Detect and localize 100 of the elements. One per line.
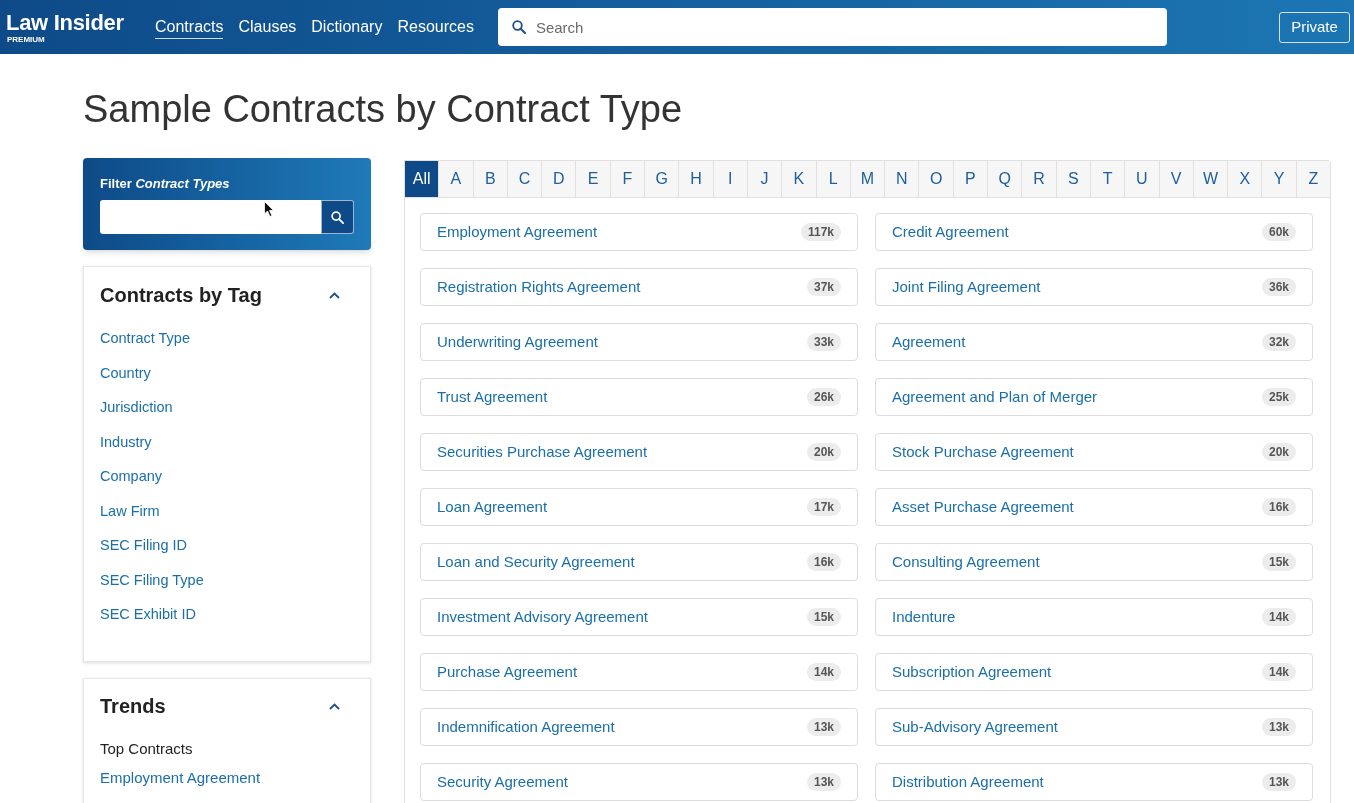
letter-tab[interactable]: X bbox=[1227, 161, 1262, 197]
count-badge: 13k bbox=[806, 773, 841, 791]
count-badge: 26k bbox=[806, 388, 841, 406]
contract-item[interactable]: Stock Purchase Agreement 20k bbox=[875, 433, 1313, 471]
tag-link[interactable]: Industry bbox=[100, 424, 152, 459]
contract-name: Consulting Agreement bbox=[892, 551, 1040, 572]
filter-title: Filter Contract Types bbox=[100, 176, 230, 192]
tag-link[interactable]: Company bbox=[100, 459, 163, 494]
letter-tab[interactable]: T bbox=[1089, 161, 1125, 197]
count-badge: 60k bbox=[1261, 223, 1296, 241]
contract-item[interactable]: Credit Agreement 60k bbox=[875, 213, 1313, 251]
count-badge: 17k bbox=[806, 498, 841, 516]
count-badge: 15k bbox=[806, 608, 841, 626]
tag-link[interactable]: SEC Filing ID bbox=[100, 528, 188, 563]
letter-tab[interactable]: Q bbox=[987, 161, 1022, 197]
chevron-icon[interactable] bbox=[329, 702, 340, 710]
letter-tab[interactable]: B bbox=[472, 161, 507, 197]
letter-tab[interactable]: E bbox=[575, 161, 610, 197]
search-button[interactable] bbox=[321, 200, 354, 234]
logo-tagline: PREMIUM bbox=[6, 34, 45, 44]
contract-item[interactable]: Employment Agreement 117k bbox=[420, 213, 858, 251]
count-badge: 16k bbox=[1261, 498, 1296, 516]
contract-item[interactable]: Securities Purchase Agreement 20k bbox=[420, 433, 858, 471]
letter-tab[interactable]: O bbox=[918, 161, 953, 197]
contract-name: Purchase Agreement bbox=[437, 661, 578, 682]
letter-tab[interactable]: J bbox=[746, 161, 782, 197]
contract-item[interactable]: Sub-Advisory Agreement 13k bbox=[875, 708, 1313, 746]
contract-item[interactable]: Investment Advisory Agreement 15k bbox=[420, 598, 858, 636]
tag-link[interactable]: SEC Filing Type bbox=[100, 562, 204, 597]
contract-item[interactable]: Security Agreement 13k bbox=[420, 763, 858, 801]
count-badge: 14k bbox=[806, 663, 841, 681]
tag-link[interactable]: Jurisdiction bbox=[100, 390, 173, 425]
count-badge: 16k bbox=[806, 553, 841, 571]
tag-link[interactable]: Country bbox=[100, 355, 151, 390]
letter-tab[interactable]: M bbox=[849, 161, 885, 197]
letter-tab[interactable]: R bbox=[1021, 161, 1056, 197]
letter-tab[interactable]: A bbox=[438, 161, 473, 197]
contract-name: Indemnification Agreement bbox=[437, 716, 615, 737]
contract-item[interactable]: Indemnification Agreement 13k bbox=[420, 708, 858, 746]
contract-item[interactable]: Purchase Agreement 14k bbox=[420, 653, 858, 691]
contract-link[interactable]: Employment Agreement bbox=[100, 763, 261, 792]
search-field[interactable]: Search bbox=[497, 8, 1167, 46]
contract-name: Registration Rights Agreement bbox=[437, 276, 641, 297]
count-badge: 13k bbox=[806, 718, 841, 736]
contract-item[interactable]: Joint Filing Agreement 36k bbox=[875, 268, 1313, 306]
count-badge: 37k bbox=[806, 278, 841, 296]
count-badge: 13k bbox=[1261, 773, 1296, 791]
contract-name: Indenture bbox=[892, 606, 956, 627]
letter-tab[interactable]: S bbox=[1055, 161, 1090, 197]
letter-tab[interactable]: I bbox=[712, 161, 747, 197]
nav-link[interactable]: Dictionary bbox=[311, 17, 383, 39]
logo[interactable]: Law Insider bbox=[6, 10, 124, 35]
contract-item[interactable]: Agreement 32k bbox=[875, 323, 1313, 361]
page-title: Sample Contracts by Contract Type bbox=[83, 87, 683, 132]
contract-name: Underwriting Agreement bbox=[437, 331, 598, 352]
letter-tab[interactable]: P bbox=[952, 161, 988, 197]
tag-link[interactable]: Law Firm bbox=[100, 493, 160, 528]
contract-name: Trust Agreement bbox=[437, 386, 548, 407]
letter-tab[interactable]: Z bbox=[1295, 161, 1330, 197]
letter-tab[interactable]: U bbox=[1124, 161, 1159, 197]
contract-item[interactable]: Subscription Agreement 14k bbox=[875, 653, 1313, 691]
contract-item[interactable]: Loan and Security Agreement 16k bbox=[420, 543, 858, 581]
contract-item[interactable]: Asset Purchase Agreement 16k bbox=[875, 488, 1313, 526]
letter-tab[interactable]: Y bbox=[1261, 161, 1296, 197]
letter-tab[interactable]: F bbox=[609, 161, 645, 197]
count-badge: 20k bbox=[1261, 443, 1296, 461]
contract-item[interactable]: Distribution Agreement 13k bbox=[875, 763, 1313, 801]
nav-link[interactable]: Contracts bbox=[155, 17, 224, 39]
contract-name: Stock Purchase Agreement bbox=[892, 441, 1074, 462]
nav-link[interactable]: Clauses bbox=[238, 17, 297, 39]
letter-tab[interactable]: G bbox=[644, 161, 679, 197]
letter-tab[interactable]: D bbox=[541, 161, 576, 197]
contract-name: Subscription Agreement bbox=[892, 661, 1052, 682]
tag-link[interactable]: SEC Exhibit ID bbox=[100, 597, 196, 632]
letter-tab[interactable]: C bbox=[506, 161, 542, 197]
mouse-pointer-icon bbox=[264, 201, 274, 217]
contract-item[interactable]: Indenture 14k bbox=[875, 598, 1313, 636]
contract-name: Joint Filing Agreement bbox=[892, 276, 1041, 297]
letter-tab[interactable]: W bbox=[1192, 161, 1228, 197]
tag-link[interactable]: Contract Type bbox=[100, 321, 190, 356]
search-icon bbox=[331, 210, 344, 224]
contract-item[interactable]: Registration Rights Agreement 37k bbox=[420, 268, 858, 306]
letter-tab[interactable]: H bbox=[678, 161, 713, 197]
contract-item[interactable]: Agreement and Plan of Merger 25k bbox=[875, 378, 1313, 416]
contract-item[interactable]: Trust Agreement 26k bbox=[420, 378, 858, 416]
letter-tab[interactable]: All bbox=[405, 161, 439, 197]
letter-tab[interactable]: N bbox=[884, 161, 919, 197]
contract-item[interactable]: Loan Agreement 17k bbox=[420, 488, 858, 526]
contract-item[interactable]: Underwriting Agreement 33k bbox=[420, 323, 858, 361]
private-button[interactable]: Private bbox=[1279, 11, 1350, 43]
letter-tab[interactable]: V bbox=[1158, 161, 1193, 197]
letter-tab[interactable]: K bbox=[781, 161, 816, 197]
filter-input[interactable] bbox=[100, 200, 321, 234]
count-badge: 14k bbox=[1261, 663, 1296, 681]
contract-name: Securities Purchase Agreement bbox=[437, 441, 648, 462]
nav-link[interactable]: Resources bbox=[397, 17, 474, 39]
search-icon bbox=[511, 20, 526, 34]
letter-tab[interactable]: L bbox=[815, 161, 850, 197]
chevron-icon[interactable] bbox=[329, 291, 340, 299]
contract-item[interactable]: Consulting Agreement 15k bbox=[875, 543, 1313, 581]
